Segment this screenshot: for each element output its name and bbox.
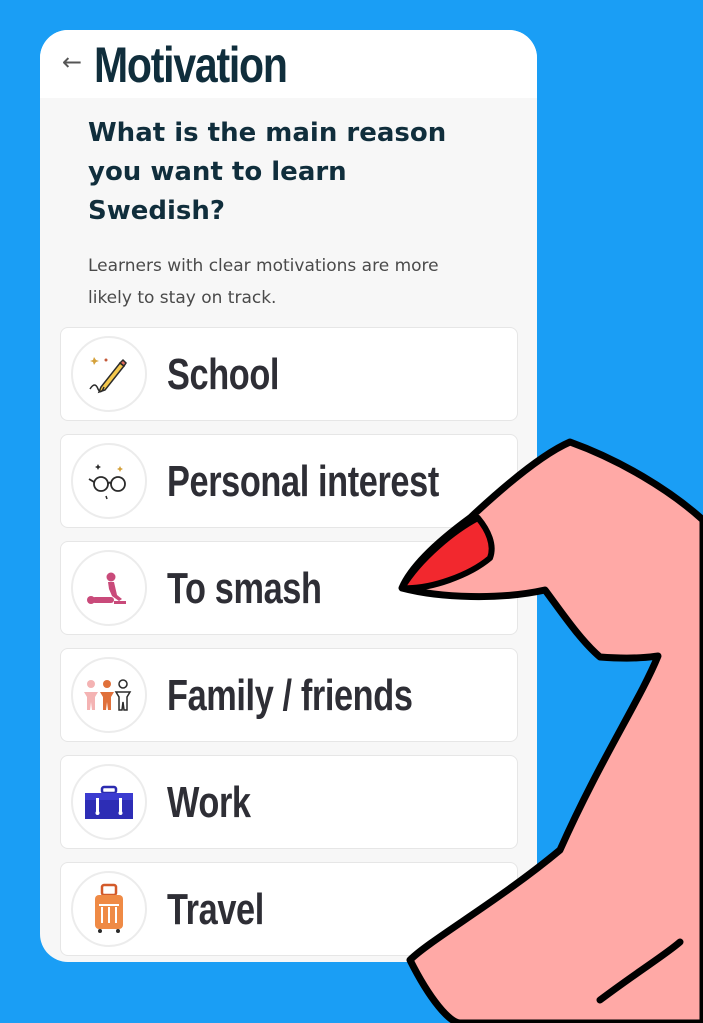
pointing-finger-illustration	[398, 438, 703, 1023]
finger-shape	[398, 438, 703, 1023]
